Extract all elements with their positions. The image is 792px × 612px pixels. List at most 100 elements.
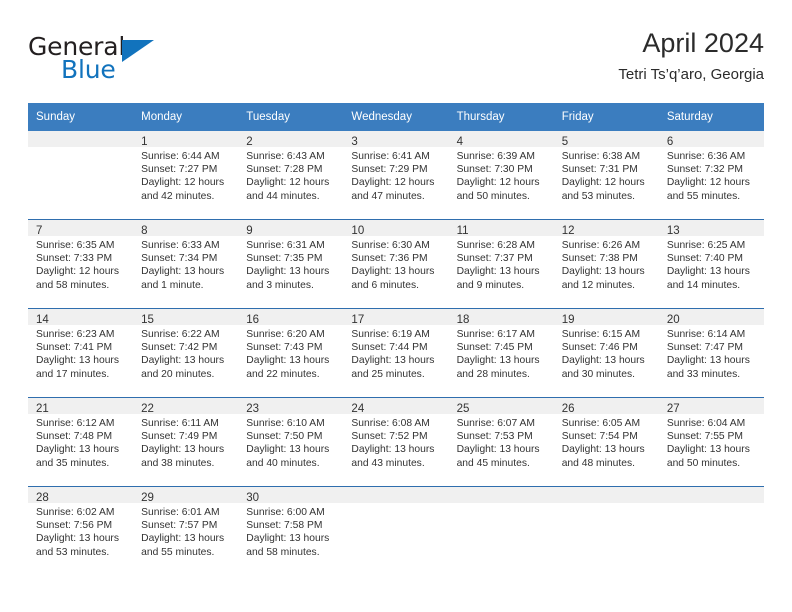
calendar-day-cell[interactable]: 6 Sunrise: 6:36 AM Sunset: 7:32 PM Daylight… [658,131,764,220]
day-sun-info: Sunrise: 6:30 AM Sunset: 7:36 PM Daylight:… [343,236,448,292]
sunrise-text: Sunrise: 6:39 AM [456,151,535,162]
daylight-text: Daylight: 13 hours and 12 minutes. [561,266,645,291]
day-sun-info: Sunrise: 6:00 AM Sunset: 7:58 PM Daylight:… [238,503,343,559]
day-cell-inner: 2 Sunrise: 6:43 AM Sunset: 7:28 PM Daylight… [238,131,344,219]
day-cell-inner: 20 Sunrise: 6:14 AM Sunset: 7:47 PM Dayligh… [658,309,764,397]
day-cell-inner: 27 Sunrise: 6:04 AM Sunset: 7:55 PM Dayligh… [658,398,764,486]
calendar-day-cell[interactable]: 14 Sunrise: 6:23 AM Sunset: 7:41 PM Dayligh… [28,308,134,398]
sunrise-text: Sunrise: 6:23 AM [36,329,115,340]
sunrise-text: Sunrise: 6:36 AM [666,151,746,162]
weekday-header-sunday: Sunday [28,103,134,131]
sunrise-text: Sunrise: 6:22 AM [141,329,220,340]
calendar-day-cell[interactable]: 4 Sunrise: 6:39 AM Sunset: 7:30 PM Daylight… [448,131,554,220]
calendar-day-cell[interactable]: 16 Sunrise: 6:20 AM Sunset: 7:43 PM Dayligh… [238,308,344,398]
calendar-day-cell[interactable]: 1 Sunrise: 6:44 AM Sunset: 7:27 PM Daylight… [133,131,239,220]
general-blue-logo[interactable]: General Blue [28,32,228,88]
daylight-text: Daylight: 13 hours and 53 minutes. [36,533,119,558]
day-number: 18 [448,309,554,326]
calendar-day-cell[interactable]: 25 Sunrise: 6:07 AM Sunset: 7:53 PM Dayligh… [448,397,554,487]
logo-triangle-icon [122,40,154,62]
calendar-day-cell[interactable]: 27 Sunrise: 6:04 AM Sunset: 7:55 PM Dayligh… [658,397,764,487]
calendar-day-cell[interactable]: 23 Sunrise: 6:10 AM Sunset: 7:50 PM Dayligh… [238,397,344,487]
weekday-header-row: Sunday Monday Tuesday Wednesday Thursday… [28,103,764,131]
calendar-day-cell[interactable]: 18 Sunrise: 6:17 AM Sunset: 7:45 PM Dayligh… [448,308,554,398]
sunset-text: Sunset: 7:46 PM [561,342,638,354]
daylight-text: Daylight: 13 hours and 40 minutes. [246,444,330,469]
sunrise-text: Sunrise: 6:35 AM [36,240,115,251]
weekday-header-monday: Monday [133,103,239,131]
calendar-day-cell[interactable]: 29 Sunrise: 6:01 AM Sunset: 7:57 PM Dayligh… [133,486,239,575]
sunset-text: Sunset: 7:36 PM [351,253,428,265]
calendar-day-cell[interactable]: 15 Sunrise: 6:22 AM Sunset: 7:42 PM Dayligh… [133,308,239,398]
calendar-day-cell[interactable] [448,486,554,575]
calendar-day-cell[interactable] [658,486,764,575]
calendar-day-cell[interactable]: 11 Sunrise: 6:28 AM Sunset: 7:37 PM Dayligh… [448,219,554,309]
day-sun-info: Sunrise: 6:11 AM Sunset: 7:49 PM Daylight:… [133,414,238,470]
calendar-day-cell[interactable]: 20 Sunrise: 6:14 AM Sunset: 7:47 PM Dayligh… [658,308,764,398]
sunrise-text: Sunrise: 6:17 AM [456,329,535,340]
calendar-day-cell[interactable] [28,131,134,220]
sunset-text: Sunset: 7:32 PM [666,164,743,176]
page-title: April 2024 [642,28,764,58]
day-number: 12 [553,220,659,237]
day-sun-info: Sunrise: 6:26 AM Sunset: 7:38 PM Daylight:… [554,236,659,292]
day-sun-info: Sunrise: 6:39 AM Sunset: 7:30 PM Daylight:… [449,147,554,203]
day-number: 30 [238,487,344,504]
sunset-text: Sunset: 7:44 PM [351,342,428,354]
sunset-text: Sunset: 7:55 PM [666,431,743,443]
sunrise-text: Sunrise: 6:08 AM [351,418,430,429]
calendar-day-cell[interactable]: 12 Sunrise: 6:26 AM Sunset: 7:38 PM Dayligh… [553,219,659,309]
calendar-day-cell[interactable] [343,486,449,575]
day-sun-info: Sunrise: 6:23 AM Sunset: 7:41 PM Daylight:… [28,325,133,381]
calendar-day-cell[interactable]: 24 Sunrise: 6:08 AM Sunset: 7:52 PM Dayligh… [343,397,449,487]
sunset-text: Sunset: 7:47 PM [666,342,743,354]
sunrise-text: Sunrise: 6:00 AM [246,507,325,518]
day-sun-info [449,503,554,506]
day-cell-inner: 25 Sunrise: 6:07 AM Sunset: 7:53 PM Dayligh… [448,398,554,486]
sunset-text: Sunset: 7:52 PM [351,431,428,443]
weekday-header-saturday: Saturday [658,103,764,131]
calendar-day-cell[interactable]: 17 Sunrise: 6:19 AM Sunset: 7:44 PM Dayligh… [343,308,449,398]
calendar-day-cell[interactable]: 2 Sunrise: 6:43 AM Sunset: 7:28 PM Daylight… [238,131,344,220]
calendar-day-cell[interactable]: 13 Sunrise: 6:25 AM Sunset: 7:40 PM Dayligh… [658,219,764,309]
sunrise-text: Sunrise: 6:30 AM [351,240,430,251]
calendar-day-cell[interactable]: 8 Sunrise: 6:33 AM Sunset: 7:34 PM Daylight… [133,219,239,309]
calendar-day-cell[interactable]: 26 Sunrise: 6:05 AM Sunset: 7:54 PM Dayligh… [553,397,659,487]
calendar-day-cell[interactable]: 21 Sunrise: 6:12 AM Sunset: 7:48 PM Dayligh… [28,397,134,487]
daylight-text: Daylight: 13 hours and 14 minutes. [666,266,750,291]
weekday-header-wednesday: Wednesday [343,103,449,131]
day-sun-info: Sunrise: 6:25 AM Sunset: 7:40 PM Daylight:… [659,236,764,292]
title-block: April 2024 Tetri Ts’q’aro, Georgia [618,26,764,86]
day-number: 8 [133,220,239,237]
calendar-day-cell[interactable]: 19 Sunrise: 6:15 AM Sunset: 7:46 PM Dayligh… [553,308,659,398]
daylight-text: Daylight: 13 hours and 48 minutes. [561,444,645,469]
sunrise-text: Sunrise: 6:26 AM [561,240,641,251]
daylight-text: Daylight: 13 hours and 20 minutes. [141,355,225,380]
day-cell-inner: 23 Sunrise: 6:10 AM Sunset: 7:50 PM Dayligh… [238,398,344,486]
daylight-text: Daylight: 12 hours and 47 minutes. [351,177,435,202]
calendar-day-cell[interactable]: 9 Sunrise: 6:31 AM Sunset: 7:35 PM Daylight… [238,219,344,309]
daylight-text: Daylight: 12 hours and 50 minutes. [456,177,540,202]
day-cell-inner: 6 Sunrise: 6:36 AM Sunset: 7:32 PM Daylight… [658,131,764,219]
calendar-day-cell[interactable]: 28 Sunrise: 6:02 AM Sunset: 7:56 PM Dayligh… [28,486,134,575]
day-sun-info: Sunrise: 6:12 AM Sunset: 7:48 PM Daylight:… [28,414,133,470]
day-number: 17 [343,309,449,326]
day-number: 14 [28,309,134,326]
day-cell-inner: 22 Sunrise: 6:11 AM Sunset: 7:49 PM Dayligh… [133,398,239,486]
calendar-day-cell[interactable]: 5 Sunrise: 6:38 AM Sunset: 7:31 PM Daylight… [553,131,659,220]
calendar-day-cell[interactable]: 10 Sunrise: 6:30 AM Sunset: 7:36 PM Dayligh… [343,219,449,309]
sunrise-text: Sunrise: 6:11 AM [141,418,219,429]
calendar-day-cell[interactable]: 7 Sunrise: 6:35 AM Sunset: 7:33 PM Daylight… [28,219,134,309]
calendar-day-cell[interactable]: 30 Sunrise: 6:00 AM Sunset: 7:58 PM Dayligh… [238,486,344,575]
day-sun-info: Sunrise: 6:07 AM Sunset: 7:53 PM Daylight:… [449,414,554,470]
calendar-day-cell[interactable]: 3 Sunrise: 6:41 AM Sunset: 7:29 PM Daylight… [343,131,449,220]
calendar-day-cell[interactable]: 22 Sunrise: 6:11 AM Sunset: 7:49 PM Dayligh… [133,397,239,487]
day-sun-info: Sunrise: 6:41 AM Sunset: 7:29 PM Daylight:… [343,147,448,203]
day-cell-inner: 10 Sunrise: 6:30 AM Sunset: 7:36 PM Dayligh… [343,220,449,308]
sunrise-text: Sunrise: 6:15 AM [561,329,641,340]
day-cell-inner: 1 Sunrise: 6:44 AM Sunset: 7:27 PM Daylight… [133,131,239,219]
calendar-day-cell[interactable] [553,486,659,575]
day-number: 1 [133,131,239,148]
daylight-text: Daylight: 13 hours and 35 minutes. [36,444,119,469]
daylight-text: Daylight: 13 hours and 22 minutes. [246,355,330,380]
